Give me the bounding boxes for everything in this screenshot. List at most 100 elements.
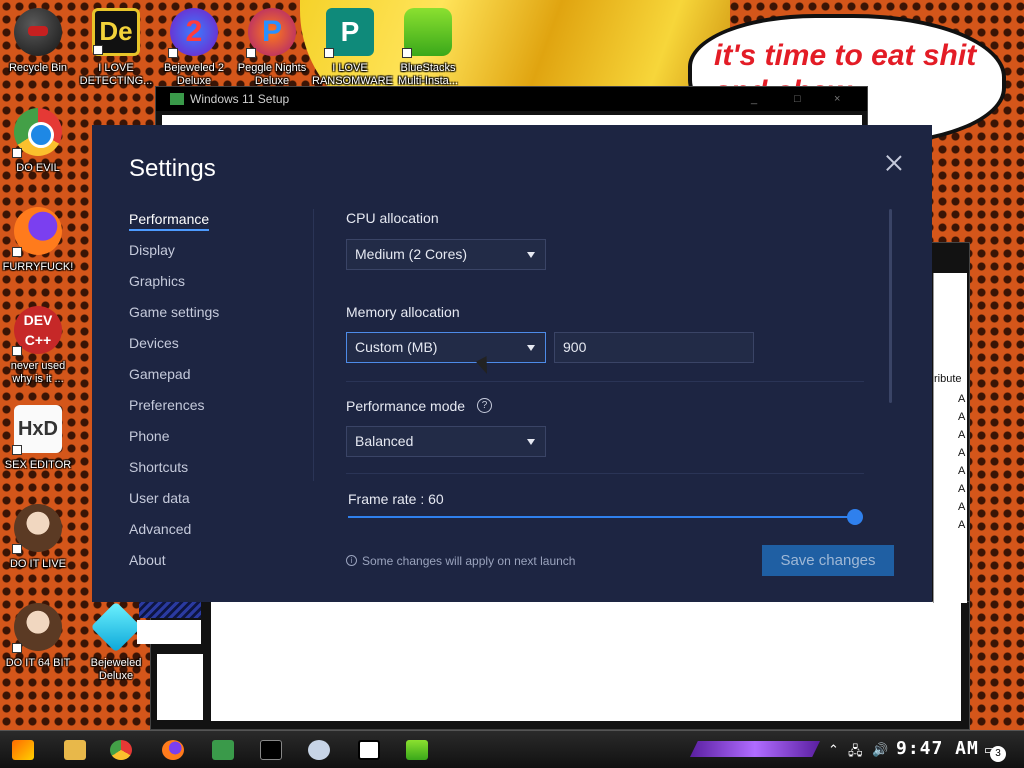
close-button[interactable]: × [834, 87, 840, 111]
chevron-down-icon [527, 439, 535, 445]
nav-devices[interactable]: Devices [129, 335, 219, 366]
desktop-icon-label: I LOVE RANSOMWARE [312, 62, 393, 87]
memory-mode-select[interactable]: Custom (MB) [346, 332, 546, 363]
windows-setup-icon [170, 93, 184, 105]
performance-mode-value: Balanced [355, 433, 414, 449]
taskbar-decoration [690, 741, 820, 757]
desktop-icon-dev-cpp[interactable]: DEV C++ never used why is it ... [0, 306, 76, 386]
attribute-row: A [958, 429, 966, 441]
memory-value-input[interactable]: 900 [554, 332, 754, 363]
section-divider [346, 381, 864, 382]
volume-icon[interactable]: 🔊 [872, 742, 888, 758]
attribute-row: A [958, 465, 966, 477]
nav-performance[interactable]: Performance [129, 211, 219, 242]
notification-badge: 3 [990, 746, 1006, 762]
desktop-icon-chrome[interactable]: DO EVIL [0, 108, 76, 175]
memory-mode-value: Custom (MB) [355, 339, 438, 355]
bejeweled-2-icon: 2 [168, 8, 218, 58]
desktop-icon-label: BlueStacks Multi-Insta... [398, 62, 458, 87]
cpu-allocation-select[interactable]: Medium (2 Cores) [346, 239, 546, 270]
desktop-icon-label: DO EVIL [16, 162, 60, 174]
gem-icon [90, 601, 142, 653]
frame-rate-slider[interactable] [348, 516, 854, 518]
cmd-icon [260, 740, 282, 760]
hxd-icon: HxD [12, 405, 62, 455]
desktop-icon-label: DO IT 64 BIT [5, 657, 71, 669]
desktop-icon-bejeweled-2[interactable]: 2 Bejeweled 2 Deluxe [156, 8, 232, 88]
nav-graphics[interactable]: Graphics [129, 273, 219, 304]
nav-user-data[interactable]: User data [129, 490, 219, 521]
desktop-icon-label: Recycle Bin [8, 62, 68, 74]
desktop-icon-detect[interactable]: De I LOVE DETECTING... [78, 8, 154, 88]
nav-game-settings[interactable]: Game settings [129, 304, 219, 335]
desktop-icon-label: Peggle Nights Deluxe [237, 62, 307, 87]
taskbar-windows-setup[interactable] [208, 736, 238, 764]
taskbar-file-explorer[interactable] [60, 736, 90, 764]
attribute-row: A [958, 501, 966, 513]
nav-gamepad[interactable]: Gamepad [129, 366, 219, 397]
portrait-icon [12, 603, 62, 653]
info-icon: i [346, 555, 357, 566]
nav-about[interactable]: About [129, 552, 219, 583]
window-title: Windows 11 Setup [190, 92, 290, 106]
minimize-button[interactable]: _ [751, 87, 757, 111]
settings-title: Settings [129, 155, 216, 182]
settings-content: CPU allocation Medium (2 Cores) Memory a… [346, 125, 894, 602]
chevron-up-icon[interactable]: ⌃ [828, 742, 839, 758]
desktop-icon-peggle[interactable]: P Peggle Nights Deluxe [234, 8, 310, 88]
chrome-icon [110, 740, 132, 760]
nav-preferences[interactable]: Preferences [129, 397, 219, 428]
detect-it-easy-icon: De [92, 8, 140, 56]
taskbar-bluestacks[interactable] [402, 736, 432, 764]
nav-shortcuts[interactable]: Shortcuts [129, 459, 219, 490]
taskbar-paint[interactable] [304, 736, 334, 764]
help-icon[interactable]: ? [477, 398, 492, 413]
memory-allocation-label: Memory allocation [346, 304, 460, 320]
settings-nav: Performance Display Graphics Game settin… [129, 211, 219, 583]
nav-display[interactable]: Display [129, 242, 219, 273]
save-changes-button[interactable]: Save changes [762, 545, 894, 576]
close-icon[interactable] [886, 155, 902, 171]
desktop-icon-hxd[interactable]: HxD SEX EDITOR [0, 405, 76, 472]
desktop-icon-label: DO IT LIVE [9, 558, 67, 570]
frame-rate-label: Frame rate : 60 [348, 491, 444, 507]
desktop-icon-do-it-64[interactable]: DO IT 64 BIT [0, 603, 76, 670]
attributes-window-fragment: ribute A A A A A A A A [930, 242, 970, 603]
chrome-icon [12, 108, 62, 158]
firefox-icon [12, 207, 62, 257]
settings-scrollbar[interactable] [889, 209, 892, 403]
desktop-icon-firefox[interactable]: FURRYFUCK! [0, 207, 76, 274]
dev-cpp-icon: DEV C++ [12, 306, 62, 356]
window-titlebar[interactable]: Windows 11 Setup _ □ × [156, 87, 867, 111]
desktop-icon-ransomware[interactable]: P I LOVE RANSOMWARE [312, 8, 393, 88]
attribute-row: A [958, 447, 966, 459]
7zip-icon [358, 740, 380, 760]
desktop-icon-recycle-bin[interactable]: Recycle Bin [0, 8, 76, 75]
performance-mode-select[interactable]: Balanced [346, 426, 546, 457]
bluestacks-icon [402, 8, 452, 58]
settings-dialog: Settings Performance Display Graphics Ga… [92, 125, 932, 602]
nav-advanced[interactable]: Advanced [129, 521, 219, 552]
desktop-icon-do-it-live[interactable]: DO IT LIVE [0, 504, 76, 571]
maximize-button[interactable]: □ [794, 87, 801, 111]
frame-rate-slider-thumb[interactable] [847, 509, 863, 525]
cpu-allocation-value: Medium (2 Cores) [355, 246, 468, 262]
taskbar-clock[interactable]: 9:47 AM [896, 738, 979, 759]
taskbar-cmd[interactable] [256, 736, 286, 764]
taskbar-chrome[interactable] [106, 736, 136, 764]
attribute-row: A [958, 519, 966, 531]
cpu-allocation-label: CPU allocation [346, 210, 439, 226]
start-button[interactable] [8, 736, 38, 764]
taskbar-7zip[interactable] [354, 736, 384, 764]
chevron-down-icon [527, 252, 535, 258]
desktop-icon-bluestacks[interactable]: BlueStacks Multi-Insta... [390, 8, 466, 88]
windows-setup-icon [212, 740, 234, 760]
portrait-icon [12, 504, 62, 554]
windows-setup-window[interactable]: Windows 11 Setup _ □ × [155, 86, 868, 126]
taskbar-firefox[interactable] [158, 736, 188, 764]
section-divider [346, 473, 864, 474]
network-icon[interactable]: 🖧 [848, 742, 863, 764]
performance-mode-label: Performance mode [346, 398, 466, 414]
nav-divider [313, 209, 314, 481]
nav-phone[interactable]: Phone [129, 428, 219, 459]
